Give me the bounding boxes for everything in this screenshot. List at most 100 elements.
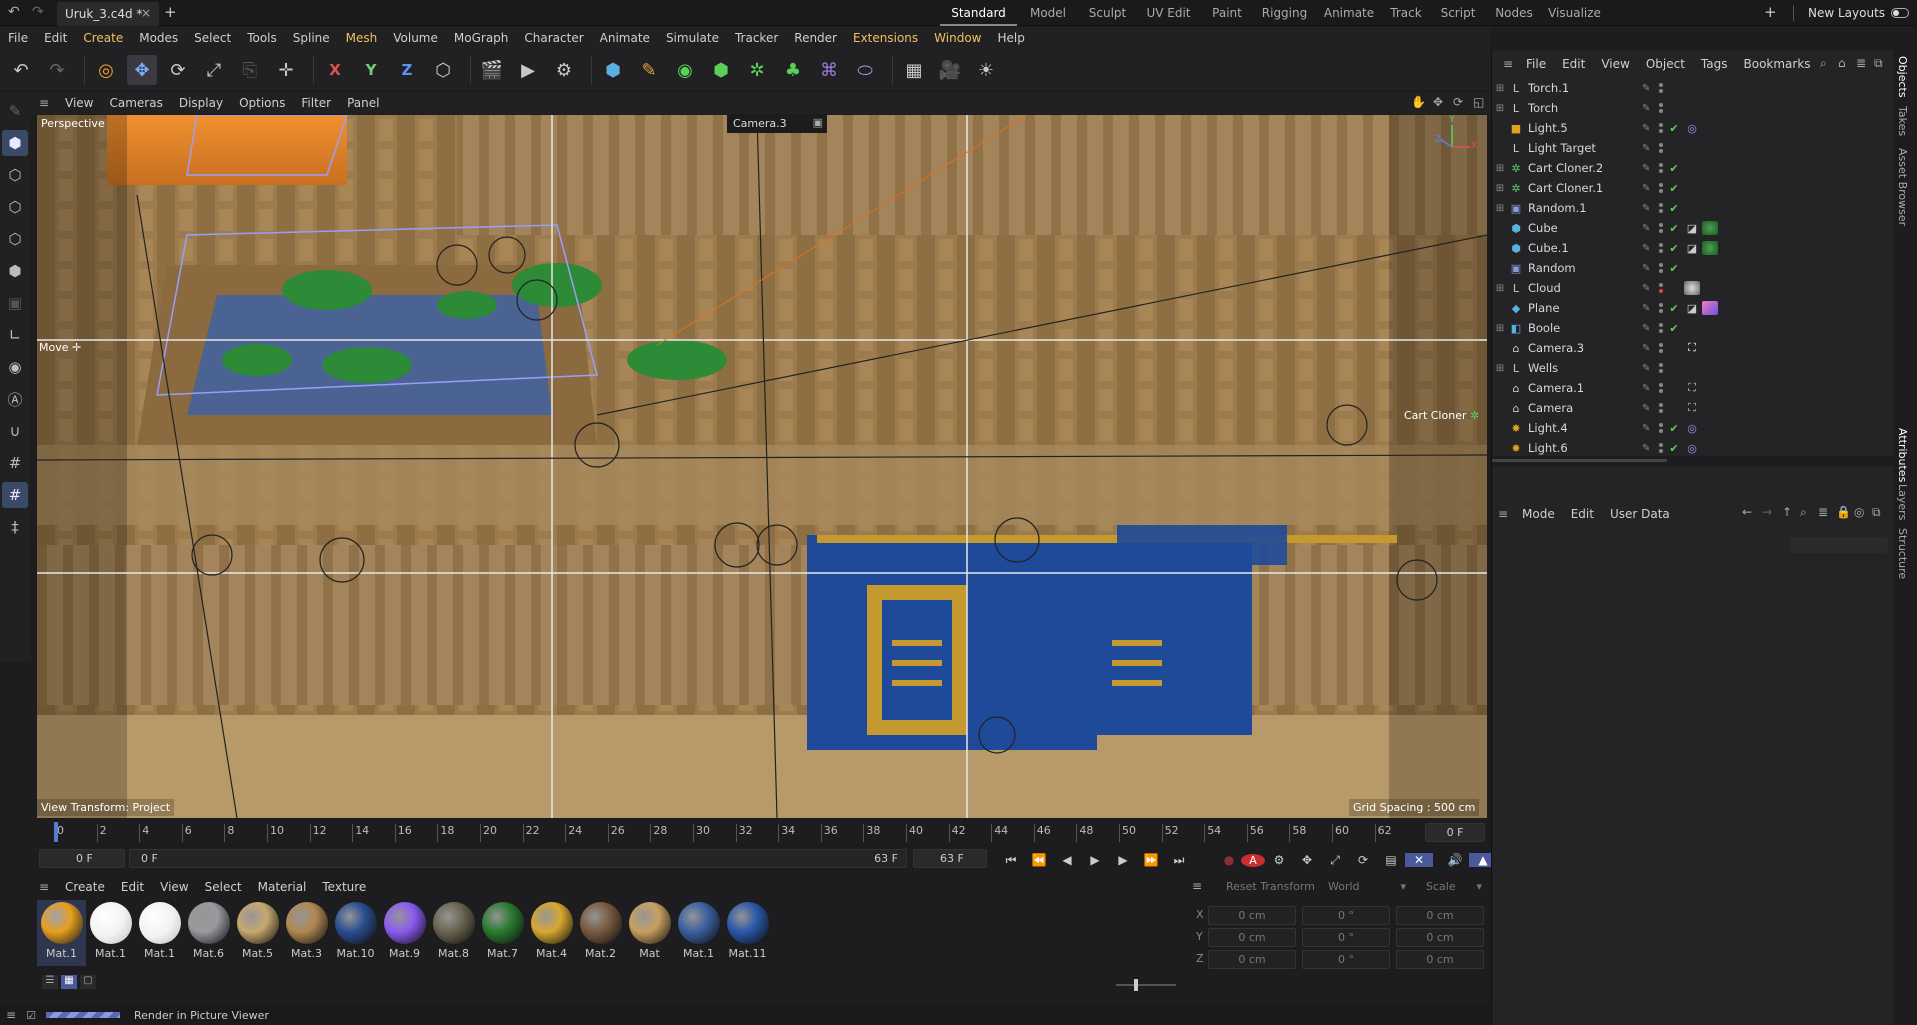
layer-edit-icon[interactable]: ✎: [1642, 223, 1656, 234]
viewport-menu-view[interactable]: View: [57, 96, 101, 110]
lock-icon[interactable]: 🔒: [1836, 505, 1851, 519]
undo-history-icon[interactable]: ↶: [8, 4, 20, 20]
editor-visibility-dot[interactable]: [1659, 123, 1663, 127]
object-row[interactable]: ⊞ L Cloud ✎: [1492, 278, 1894, 298]
visibility-dots[interactable]: [1656, 142, 1666, 154]
layer-edit-icon[interactable]: ✎: [1642, 103, 1656, 114]
deformer-icon[interactable]: ⌘: [814, 55, 844, 85]
expand-icon[interactable]: ⊞: [1492, 83, 1508, 94]
camera-icon[interactable]: 🎥: [935, 55, 965, 85]
menu-mograph[interactable]: MoGraph: [446, 31, 517, 45]
layout-tab-model[interactable]: Model: [1017, 0, 1079, 26]
render-visibility-dot[interactable]: [1659, 249, 1663, 253]
grid-view-icon[interactable]: ▦: [61, 975, 77, 989]
pan-icon[interactable]: ✋: [1411, 95, 1426, 109]
render-visibility-dot[interactable]: [1659, 269, 1663, 273]
material-swatch[interactable]: Mat.5: [233, 900, 282, 966]
coord-rot-field[interactable]: 0 °: [1302, 950, 1390, 969]
next-frame-icon[interactable]: ▶: [1109, 853, 1137, 867]
layout-tab-track[interactable]: Track: [1382, 0, 1430, 26]
layer-edit-icon[interactable]: ✎: [1642, 183, 1656, 194]
hamburger-icon[interactable]: ≡: [31, 96, 57, 110]
material-tag-grey-icon[interactable]: [1684, 281, 1700, 295]
render-visibility-dot[interactable]: [1659, 389, 1663, 393]
close-icon[interactable]: ×: [141, 6, 151, 20]
large-view-icon[interactable]: ▢: [80, 975, 96, 989]
visibility-dots[interactable]: [1656, 262, 1666, 274]
render-picture-viewer-icon[interactable]: ▶: [513, 55, 543, 85]
expand-icon[interactable]: ⊞: [1492, 363, 1508, 374]
target-tag-icon[interactable]: ◎: [1684, 441, 1700, 455]
floor-icon[interactable]: ▦: [899, 55, 929, 85]
magnet-icon[interactable]: ∪: [2, 418, 28, 444]
hamburger-icon[interactable]: ≡: [1492, 507, 1514, 521]
cloner-icon[interactable]: ✲: [742, 55, 772, 85]
workplane-icon[interactable]: #: [2, 450, 28, 476]
object-row[interactable]: L Light Target ✎: [1492, 138, 1894, 158]
material-swatch[interactable]: Mat: [625, 900, 674, 966]
search-icon[interactable]: ⌕: [1820, 56, 1827, 71]
go-to-start-icon[interactable]: ⏮: [997, 853, 1025, 868]
cube-icon[interactable]: ⬢: [598, 55, 628, 85]
object-row[interactable]: ✸ Light.6 ✎ ✔ ◎: [1492, 438, 1894, 456]
layout-tab-paint[interactable]: Paint: [1201, 0, 1253, 26]
timeline-ruler[interactable]: 0 2 4 6 8 10 12 14 16 18 20 22 24 26 28 30 32 34 36 38 40 42 4…: [37, 822, 1487, 844]
mode-dropdown[interactable]: Scale ▾: [1426, 880, 1484, 893]
add-layout-icon[interactable]: +: [1764, 3, 1777, 21]
home-icon[interactable]: ⌂: [1838, 56, 1846, 70]
material-swatch[interactable]: Mat.1: [674, 900, 723, 966]
field-icon[interactable]: ⬭: [850, 55, 880, 85]
layer-edit-icon[interactable]: ✎: [1642, 403, 1656, 414]
material-menu-edit[interactable]: Edit: [113, 880, 152, 894]
editor-visibility-dot[interactable]: [1659, 243, 1663, 247]
visibility-dots[interactable]: [1656, 422, 1666, 434]
menu-file[interactable]: File: [0, 31, 36, 45]
object-row[interactable]: ■ Light.5 ✎ ✔ ◎: [1492, 118, 1894, 138]
camera-tag-active-icon[interactable]: ⛶: [1684, 341, 1700, 355]
visibility-dots[interactable]: [1656, 102, 1666, 114]
document-tab[interactable]: Uruk_3.c4d * ×: [57, 2, 159, 26]
menu-edit[interactable]: Edit: [36, 31, 75, 45]
side-tab-asset-browser[interactable]: Asset Browser: [1896, 148, 1909, 226]
render-visibility-dot[interactable]: [1659, 429, 1663, 433]
hamburger-icon[interactable]: ≡: [1498, 57, 1518, 71]
visibility-dots[interactable]: [1656, 282, 1666, 294]
visibility-dots[interactable]: [1656, 302, 1666, 314]
viewport-menu-cameras[interactable]: Cameras: [101, 96, 170, 110]
editor-visibility-dot[interactable]: [1659, 423, 1663, 427]
side-tab-layers[interactable]: Layers: [1896, 484, 1909, 520]
visibility-dots[interactable]: [1656, 182, 1666, 194]
zoom-slider[interactable]: [1116, 979, 1176, 991]
attr-menu-user-data[interactable]: User Data: [1602, 507, 1678, 521]
material-swatch[interactable]: Mat.2: [576, 900, 625, 966]
object-row[interactable]: ⊞ L Torch.1 ✎: [1492, 78, 1894, 98]
material-swatch[interactable]: Mat.6: [184, 900, 233, 966]
render-visibility-dot[interactable]: [1659, 89, 1663, 93]
go-to-end-icon[interactable]: ⏭: [1165, 853, 1193, 868]
redo-history-icon[interactable]: ↷: [32, 4, 44, 20]
target-tag-icon[interactable]: ◎: [1684, 121, 1700, 135]
menu-tools[interactable]: Tools: [239, 31, 285, 45]
layer-edit-icon[interactable]: ✎: [1642, 243, 1656, 254]
editor-visibility-dot[interactable]: [1659, 283, 1663, 287]
visibility-dots[interactable]: [1656, 242, 1666, 254]
menu-spline[interactable]: Spline: [285, 31, 338, 45]
axis-mode-icon[interactable]: ∟: [2, 322, 28, 348]
visibility-dots[interactable]: [1656, 362, 1666, 374]
phong-tag-icon[interactable]: ◪: [1684, 241, 1700, 255]
coord-pos-field[interactable]: 0 cm: [1208, 950, 1296, 969]
object-row[interactable]: ⌂ Camera ✎ ⛶: [1492, 398, 1894, 418]
enabled-check-icon[interactable]: ✔: [1666, 182, 1682, 195]
material-menu-texture[interactable]: Texture: [314, 880, 374, 894]
back-icon[interactable]: ←: [1742, 505, 1752, 519]
object-row[interactable]: ✸ Light.4 ✎ ✔ ◎: [1492, 418, 1894, 438]
align-workplane-icon[interactable]: ‡: [2, 514, 28, 540]
coord-scale-field[interactable]: 0 cm: [1396, 906, 1484, 925]
visibility-dots[interactable]: [1656, 162, 1666, 174]
layout-tab-uv-edit[interactable]: UV Edit: [1136, 0, 1201, 26]
material-swatch[interactable]: Mat.10: [331, 900, 380, 966]
object-row[interactable]: ⊞ ✲ Cart Cloner.2 ✎ ✔: [1492, 158, 1894, 178]
transform-icon[interactable]: ✛: [271, 55, 301, 85]
camera-tag-icon[interactable]: ⛶: [1684, 401, 1700, 415]
rotate-view-icon[interactable]: ⟳: [1453, 95, 1463, 109]
